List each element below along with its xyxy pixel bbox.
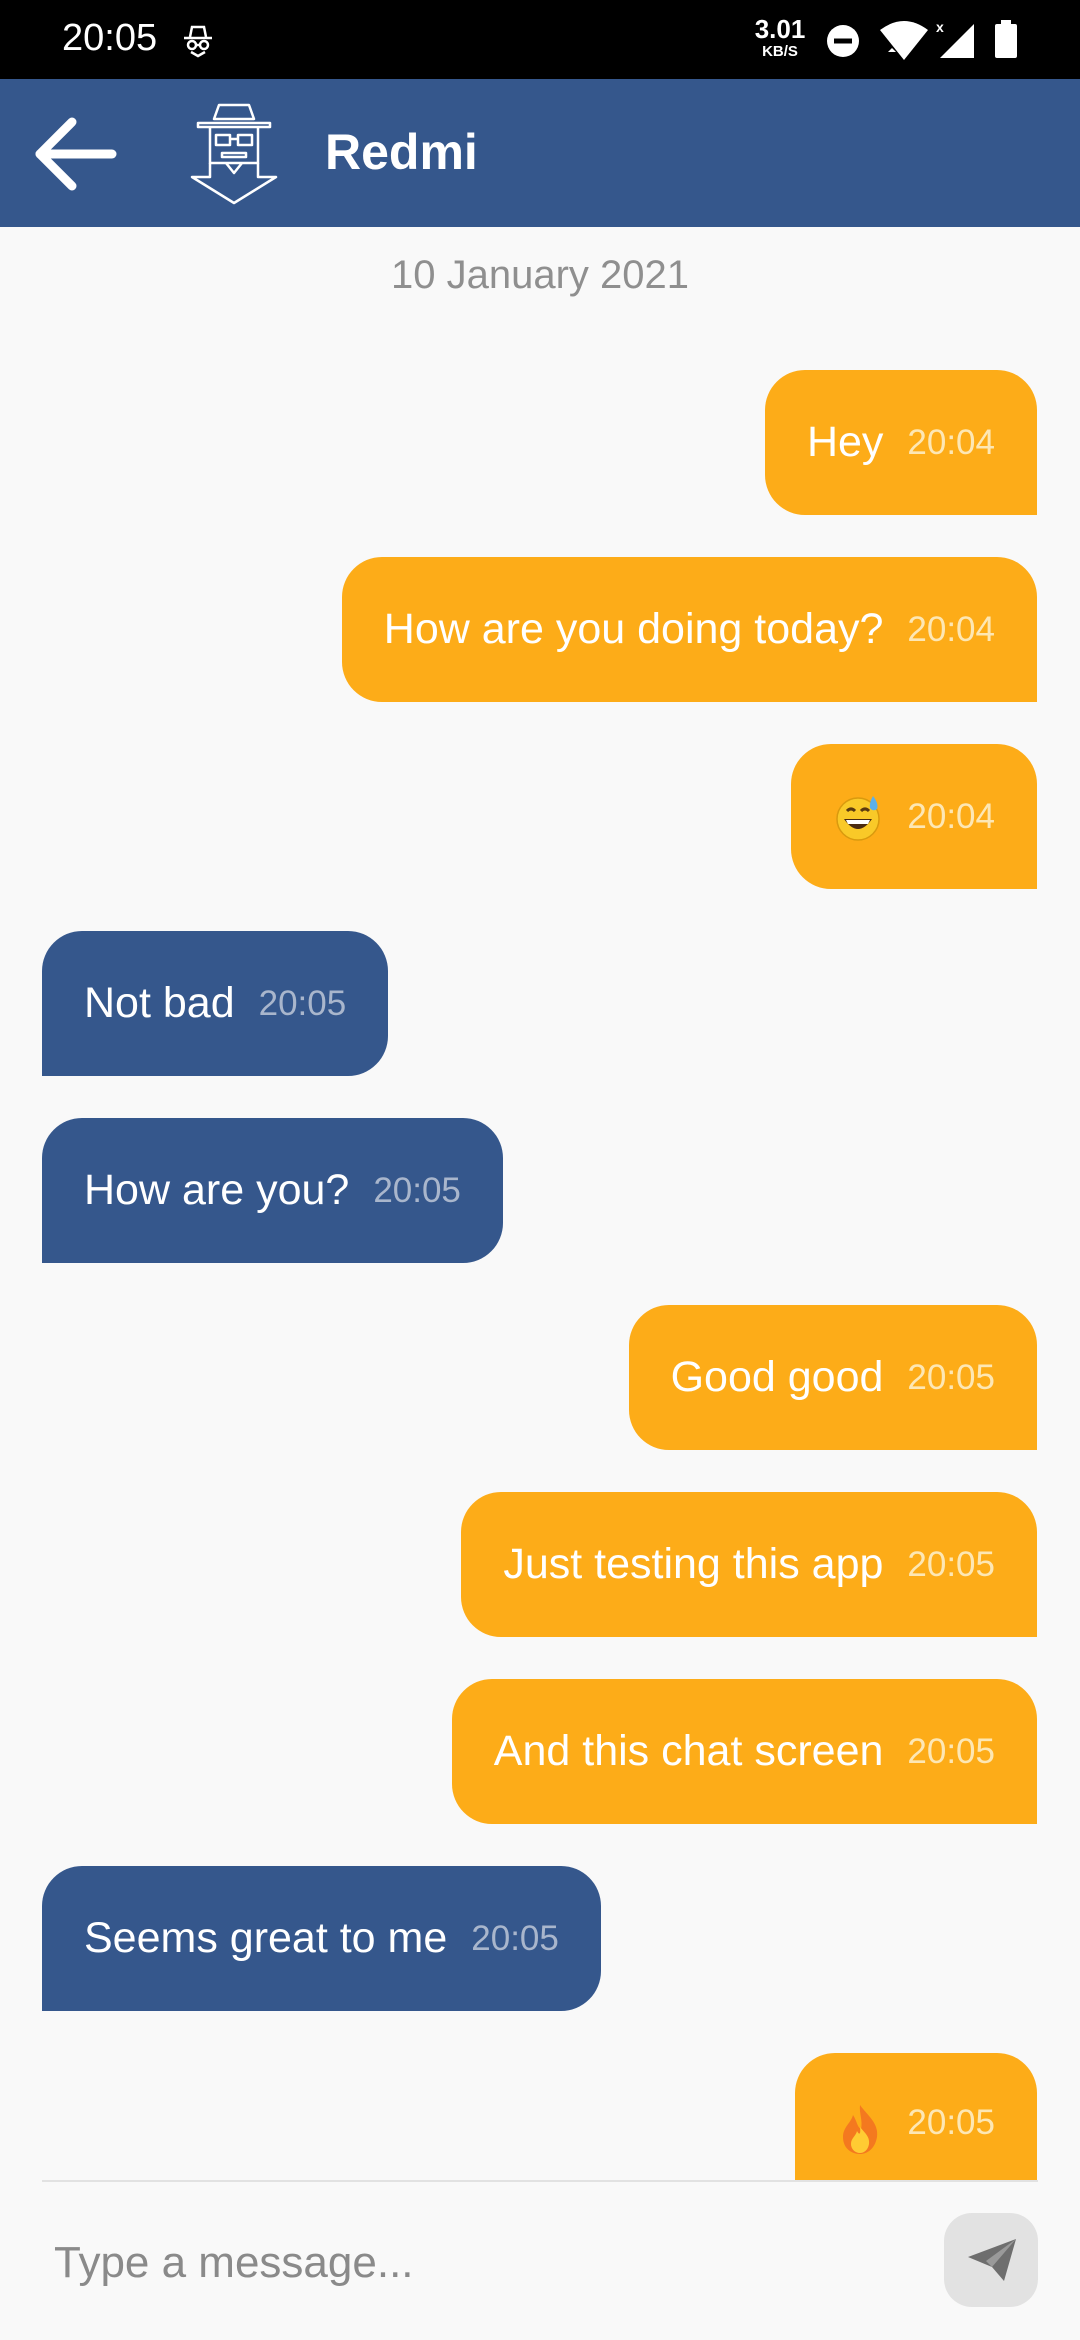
- received-message[interactable]: How are you? 20:05: [42, 1118, 503, 1263]
- send-button[interactable]: [944, 2213, 1038, 2307]
- message-text: Good good: [670, 1353, 884, 1401]
- grinning-sweat-emoji: [833, 792, 883, 842]
- sent-message[interactable]: And this chat screen 20:05: [451, 1679, 1037, 1824]
- received-message[interactable]: Not bad 20:05: [42, 931, 389, 1076]
- received-message[interactable]: Seems great to me 20:05: [42, 1866, 601, 2011]
- message-time: 20:05: [907, 1357, 995, 1397]
- message-text: And this chat screen: [493, 1727, 884, 1775]
- sent-message[interactable]: 20:04: [791, 744, 1037, 889]
- message-text: Just testing this app: [503, 1540, 884, 1588]
- message-text: Hey: [806, 418, 884, 466]
- message-time: 20:04: [907, 422, 995, 462]
- svg-text:x: x: [936, 19, 944, 35]
- message-time: 20:05: [373, 1170, 461, 1210]
- date-separator: 10 January 2021: [390, 253, 689, 297]
- app-bar: Redmi: [0, 79, 1080, 227]
- incognito-icon: [178, 20, 218, 60]
- do-not-disturb-icon: [826, 24, 860, 58]
- network-speed: 3.01 KB/S: [752, 16, 808, 59]
- sent-message[interactable]: Just testing this app 20:05: [461, 1492, 1037, 1637]
- message-time: 20:04: [907, 609, 995, 649]
- spy-avatar-icon[interactable]: [186, 101, 282, 205]
- network-speed-value: 3.01: [754, 14, 806, 44]
- message-time: 20:05: [907, 1731, 995, 1771]
- sent-message[interactable]: 20:05: [795, 2053, 1037, 2180]
- sent-message[interactable]: Hey 20:04: [764, 370, 1037, 515]
- fire-emoji: [837, 2103, 883, 2155]
- network-speed-unit: KB/S: [762, 43, 798, 60]
- sent-message[interactable]: How are you doing today? 20:04: [341, 557, 1037, 702]
- message-text: Seems great to me: [84, 1914, 448, 1962]
- signal-icon: x: [934, 18, 978, 60]
- message-input[interactable]: [52, 2220, 916, 2306]
- contact-name[interactable]: Redmi: [325, 123, 478, 181]
- message-text: How are you?: [84, 1166, 350, 1214]
- message-text: Not bad: [84, 979, 235, 1027]
- message-time: 20:05: [471, 1918, 559, 1958]
- wifi-icon: [878, 20, 930, 62]
- message-text: How are you doing today?: [383, 605, 884, 653]
- status-bar: 20:05 3.01 KB/S x: [0, 0, 1080, 79]
- message-time: 20:05: [907, 2103, 995, 2142]
- arrow-left-icon: [35, 117, 117, 191]
- sent-message[interactable]: Good good 20:05: [628, 1305, 1037, 1450]
- battery-icon: [994, 20, 1018, 58]
- send-icon: [968, 2239, 1016, 2281]
- message-time: 20:05: [258, 983, 347, 1023]
- back-button[interactable]: [30, 109, 140, 199]
- status-time: 20:05: [62, 17, 158, 59]
- message-time: 20:04: [907, 796, 995, 836]
- message-time: 20:05: [907, 1544, 995, 1584]
